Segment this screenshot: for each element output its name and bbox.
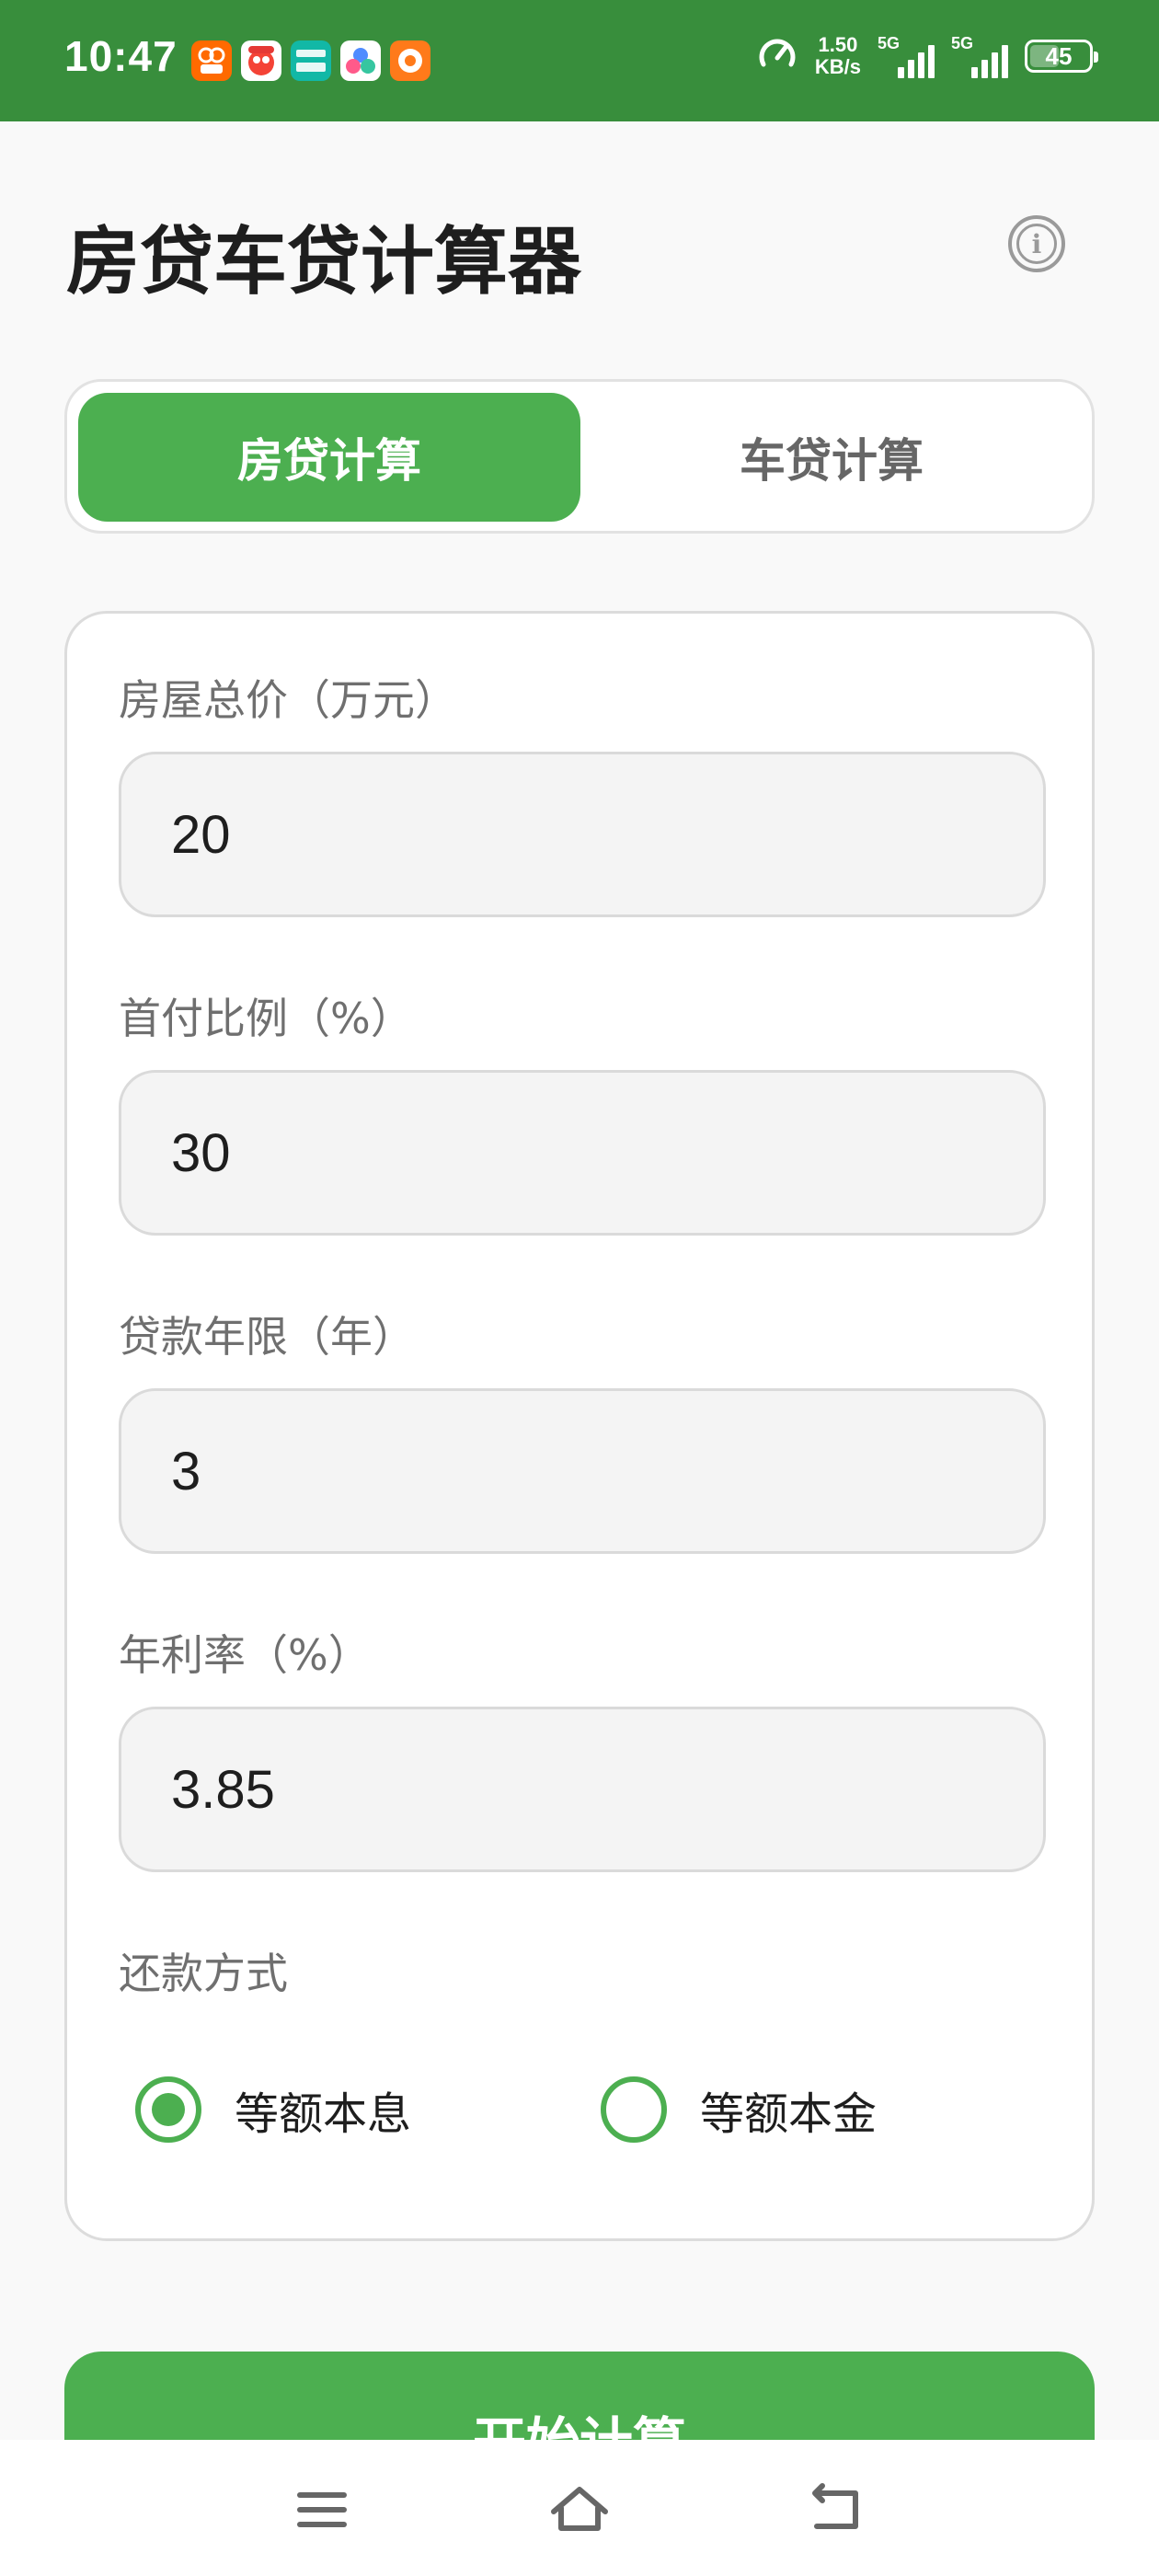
speed-gauge-icon — [756, 33, 798, 79]
radio-label: 等额本息 — [235, 2088, 412, 2140]
signal-bars-icon — [971, 45, 1008, 78]
network-speed-value: 1.50 — [818, 33, 858, 56]
signal-sim2: 5G — [951, 34, 1008, 78]
down-payment-input[interactable]: 30 — [119, 1070, 1046, 1236]
radio-unchecked-icon[interactable] — [601, 2076, 667, 2143]
loan-form-card: 房屋总价（万元） 20 首付比例（%） 30 贷款年限（年） 3 年利率（%） … — [64, 611, 1095, 2241]
signal-sim1: 5G — [878, 34, 935, 78]
app-notification-icon — [390, 40, 430, 81]
app-notification-icon — [291, 40, 331, 81]
network-speed: 1.50 KB/s — [815, 34, 861, 78]
repayment-option-equal-installment[interactable]: 等额本息 — [135, 2076, 601, 2143]
loan-term-input[interactable]: 3 — [119, 1388, 1046, 1554]
home-icon[interactable] — [543, 2473, 616, 2547]
system-navigation-bar — [0, 2440, 1159, 2576]
info-button[interactable]: i — [1008, 215, 1065, 272]
repayment-method-group: 等额本息 等额本金 — [135, 2076, 1066, 2143]
back-icon[interactable] — [800, 2473, 874, 2547]
menu-icon[interactable] — [285, 2473, 359, 2547]
signal-bars-icon — [898, 45, 935, 78]
status-indicators: 1.50 KB/s 5G 5G 45 — [756, 33, 1098, 79]
app-notification-icon — [191, 40, 232, 81]
house-price-label: 房屋总价（万元） — [119, 675, 457, 725]
info-icon: i — [1016, 224, 1057, 264]
status-bar: 10:47 1.50 KB/s 5G 5G 45 — [0, 0, 1159, 121]
interest-rate-label: 年利率（%） — [119, 1630, 371, 1680]
radio-checked-icon[interactable] — [135, 2076, 201, 2143]
loan-type-tabs: 房贷计算 车贷计算 — [64, 379, 1095, 534]
radio-label: 等额本金 — [700, 2088, 878, 2140]
page-title: 房贷车贷计算器 — [66, 219, 581, 305]
battery-icon: 45 — [1025, 40, 1098, 73]
sim1-type: 5G — [878, 34, 901, 52]
sim2-type: 5G — [951, 34, 974, 52]
down-payment-label: 首付比例（%） — [119, 994, 413, 1043]
status-time: 10:47 — [64, 32, 178, 80]
repayment-method-label: 还款方式 — [119, 1949, 288, 1998]
app-notification-icon — [340, 40, 381, 81]
app-notification-icon — [241, 40, 281, 81]
tab-car-loan[interactable]: 车贷计算 — [580, 393, 1083, 522]
notification-icons — [191, 40, 430, 81]
tab-mortgage[interactable]: 房贷计算 — [78, 393, 580, 522]
interest-rate-input[interactable]: 3.85 — [119, 1707, 1046, 1872]
repayment-option-equal-principal[interactable]: 等额本金 — [601, 2076, 1066, 2143]
network-speed-unit: KB/s — [814, 55, 861, 78]
loan-term-label: 贷款年限（年） — [119, 1312, 415, 1362]
battery-level: 45 — [1045, 41, 1073, 70]
house-price-input[interactable]: 20 — [119, 752, 1046, 917]
